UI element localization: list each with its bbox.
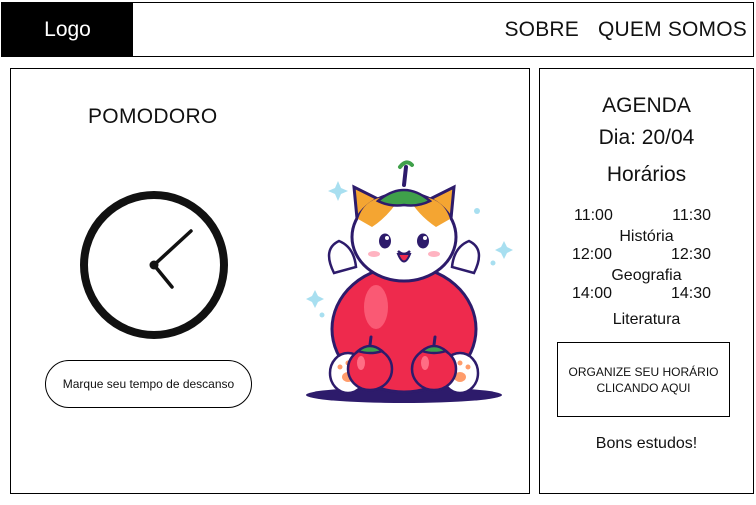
nav-link-sobre[interactable]: SOBRE (504, 18, 579, 42)
slot-start-time: 11:00 (574, 207, 613, 224)
nav-link-quem-somos[interactable]: QUEM SOMOS (598, 18, 747, 42)
clock-icon (80, 191, 228, 339)
agenda-title: AGENDA (602, 94, 691, 117)
logo[interactable]: Logo (2, 3, 133, 56)
slot-subject: História (619, 228, 674, 245)
schedule-slot: 12:00 12:30 Geografia (540, 246, 753, 285)
closing-message: Bons estudos! (595, 435, 698, 452)
slot-subject: Geografia (611, 267, 682, 284)
slot-start-time: 14:00 (572, 285, 613, 302)
schedule-slot: 11:00 11:30 História (540, 207, 753, 246)
cat-tomato-illustration (306, 160, 513, 403)
agenda-day: Dia: 20/04 (598, 126, 695, 149)
agenda-panel: AGENDA Dia: 20/04 Horários 11:00 11:30 H… (539, 68, 754, 494)
schedule-slot: 14:00 14:30 Literatura (540, 285, 753, 329)
slot-start-time: 12:00 (572, 246, 613, 263)
slot-end-time: 12:30 (670, 246, 711, 263)
pomodoro-panel: POMODORO Marque seu tempo de descanso (10, 68, 530, 494)
pomodoro-title: POMODORO (88, 105, 218, 128)
organize-schedule-button[interactable]: ORGANIZE SEU HORÁRIO CLICANDO AQUI (557, 342, 730, 417)
top-nav: SOBRE QUEM SOMOS (485, 3, 747, 56)
slot-subject: Literatura (612, 311, 681, 328)
rest-time-button[interactable]: Marque seu tempo de descanso (45, 360, 252, 408)
slot-end-time: 14:30 (670, 285, 711, 302)
header: Logo SOBRE QUEM SOMOS (1, 2, 754, 57)
agenda-hours-title: Horários (606, 163, 687, 186)
slot-end-time: 11:30 (672, 207, 711, 224)
